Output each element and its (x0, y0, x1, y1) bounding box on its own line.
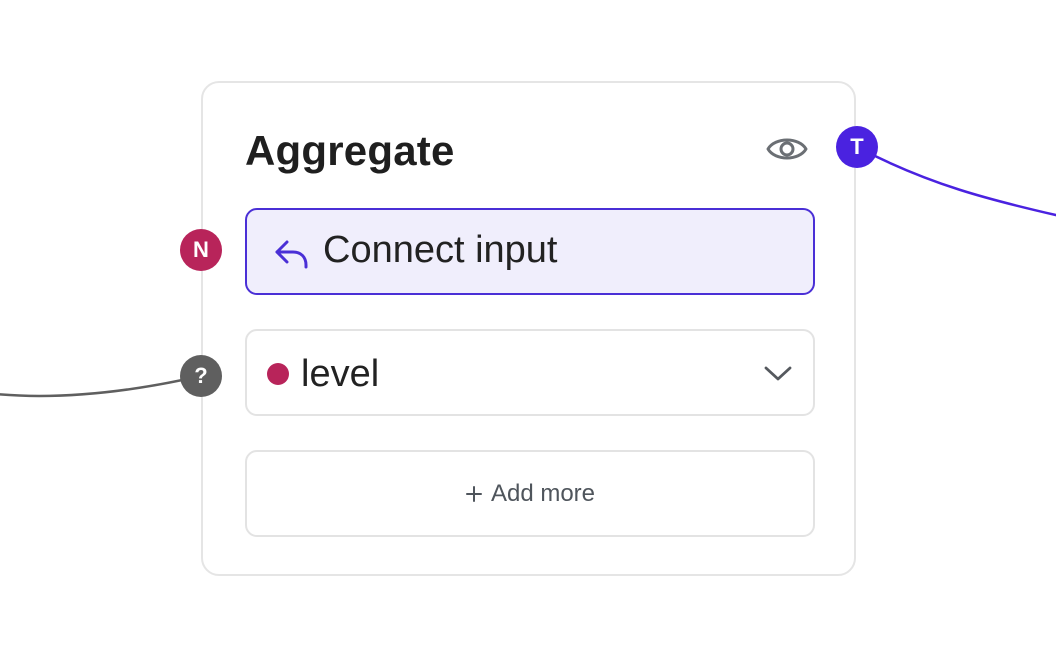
aggregate-node[interactable]: Aggregate Connect input level Add more (201, 81, 856, 576)
eye-icon (766, 138, 808, 160)
input-type-letter: N (193, 237, 209, 262)
output-type-handle[interactable]: T (836, 126, 878, 168)
input-edge[interactable] (0, 374, 202, 398)
output-type-letter: T (850, 134, 864, 159)
field-dropdown[interactable]: level (245, 329, 815, 416)
chevron-down-icon (764, 366, 792, 381)
field-name: level (301, 353, 380, 395)
field-type-dot (267, 363, 289, 385)
plus-icon (465, 485, 482, 502)
add-more-label: Add more (490, 479, 596, 507)
node-title: Aggregate (245, 127, 455, 174)
preview-toggle-button[interactable] (765, 129, 809, 169)
input-type-handle[interactable]: N (180, 229, 222, 271)
connect-input-label: Connect input (323, 229, 558, 271)
add-more-button[interactable]: Add more (245, 450, 815, 537)
field-port-letter: ? (194, 363, 208, 388)
connect-input-button[interactable]: Connect input (245, 208, 815, 295)
workflow-canvas: Aggregate Connect input level Add more T… (0, 0, 1056, 654)
reply-arrow-icon (275, 240, 308, 269)
output-edge[interactable] (856, 145, 1056, 217)
field-port-handle[interactable]: ? (180, 355, 222, 397)
